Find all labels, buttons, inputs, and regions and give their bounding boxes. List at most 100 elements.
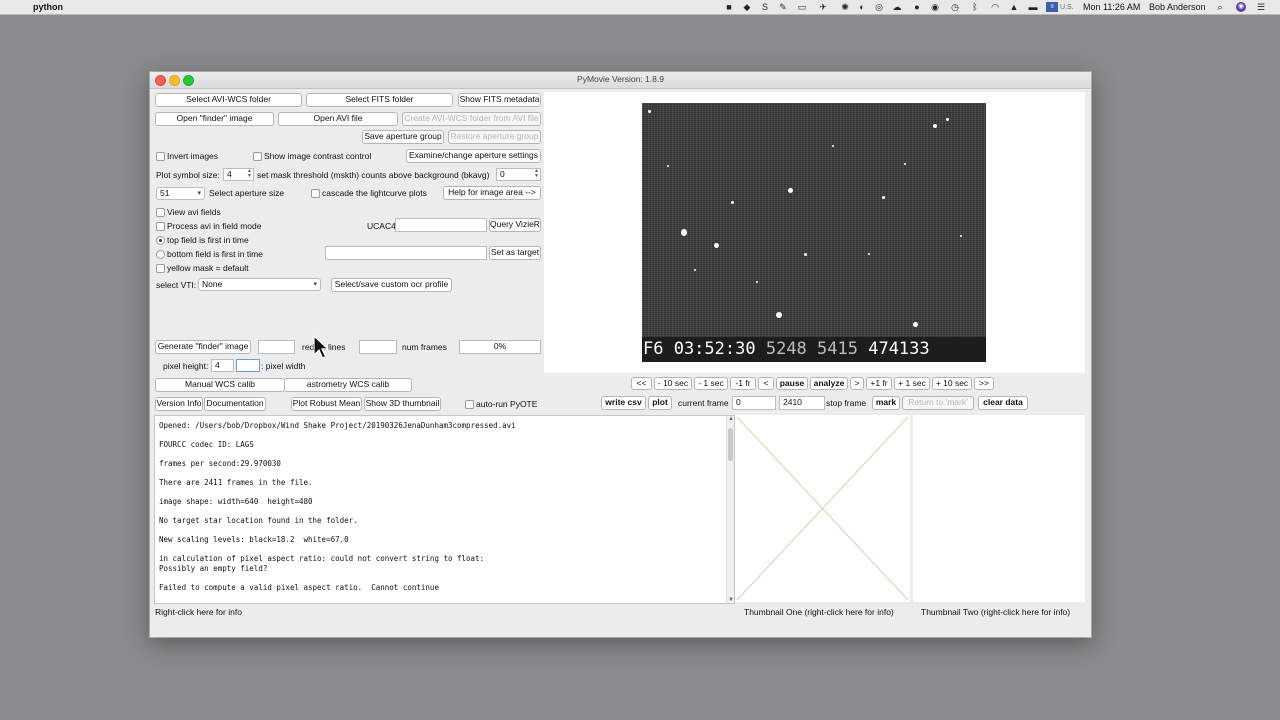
jump-start-button[interactable]: << — [631, 377, 652, 390]
show-fits-metadata-button[interactable]: Show FITS metadata — [458, 93, 541, 107]
back-1-sec-button[interactable]: - 1 sec — [694, 377, 728, 390]
current-frame-input[interactable]: 0 — [732, 396, 776, 410]
forward-1-frame-button[interactable]: +1 fr — [866, 377, 892, 390]
clock[interactable]: Mon 11:26 AM — [1083, 1, 1140, 13]
target-coords-input[interactable] — [325, 246, 487, 260]
pixel-height-input[interactable]: 4 — [211, 359, 234, 372]
battery-icon[interactable]: ▬ — [1028, 2, 1038, 12]
status-icon-12[interactable]: ◉ — [930, 2, 940, 12]
invert-images-checkbox[interactable] — [156, 152, 165, 161]
volume-icon[interactable]: ▲ — [1009, 2, 1019, 12]
status-icon-3[interactable]: S — [760, 2, 770, 12]
status-icon-2[interactable]: ◆ — [742, 2, 752, 12]
notification-center-icon[interactable]: ☰ — [1256, 2, 1266, 12]
status-icon-7[interactable]: ✺ — [840, 2, 850, 12]
select-ocr-profile-button[interactable]: Select/save custom ocr profile — [331, 278, 452, 292]
view-avi-fields-checkbox[interactable] — [156, 208, 165, 217]
status-icon-9[interactable]: ◎ — [874, 2, 884, 12]
plot-robust-mean-button[interactable]: Plot Robust Mean — [291, 397, 362, 411]
cloud-icon[interactable]: ☁ — [892, 2, 902, 12]
input-source[interactable]: U.S. — [1060, 2, 1074, 14]
title-bar[interactable]: PyMovie Version: 1.8.9 — [150, 72, 1091, 89]
mark-button[interactable]: mark — [872, 396, 900, 410]
cascade-lightcurve-checkbox[interactable] — [311, 189, 320, 198]
analyze-button[interactable]: analyze — [810, 377, 848, 390]
step-forward-button[interactable]: > — [850, 377, 864, 390]
status-icon-11[interactable]: ● — [912, 2, 922, 12]
status-icon-1[interactable]: ■ — [724, 2, 734, 12]
select-fits-folder-button[interactable]: Select FITS folder — [306, 93, 453, 107]
log-scrollbar[interactable]: ▲ ▼ — [726, 416, 734, 603]
app-menu[interactable]: python — [33, 1, 63, 13]
save-aperture-group-button[interactable]: Save aperture group — [362, 130, 444, 144]
open-finder-image-button[interactable]: Open "finder" image — [155, 112, 274, 126]
examine-aperture-settings-button[interactable]: Examine/change aperture settings — [406, 149, 541, 163]
log-output[interactable]: Opened: /Users/bob/Dropbox/Wind Shake Pr… — [154, 415, 735, 604]
pixel-width-input[interactable] — [236, 359, 260, 372]
image-contrast-checkbox[interactable] — [253, 152, 262, 161]
scroll-thumb[interactable] — [728, 428, 733, 461]
num-frames-input[interactable] — [359, 340, 397, 354]
scroll-up-icon[interactable]: ▲ — [728, 416, 734, 422]
spin-arrows-icon[interactable]: ▲ ▼ — [247, 169, 252, 179]
pause-button[interactable]: pause — [776, 377, 808, 390]
star — [714, 243, 719, 248]
status-icon-6[interactable]: ✈ — [818, 2, 828, 12]
status-bar-text[interactable]: Right-click here for info — [155, 607, 242, 618]
top-field-first-radio[interactable] — [156, 236, 165, 245]
forward-10-sec-button[interactable]: + 10 sec — [932, 377, 972, 390]
astrometry-wcs-calib-button[interactable]: astrometry WCS calib — [284, 378, 412, 392]
create-avi-wcs-folder-button[interactable]: Create AVI-WCS folder from AVI file — [402, 112, 541, 126]
thumbnail-two[interactable] — [913, 415, 1085, 602]
status-icon-8[interactable]: ◐ — [857, 2, 867, 12]
query-vizier-button[interactable]: Query VizieR — [489, 218, 541, 232]
vti-select[interactable]: None ▾ — [198, 278, 321, 291]
flag-icon[interactable]: ≡ — [1046, 2, 1058, 12]
auto-run-pyote-checkbox[interactable] — [465, 400, 474, 409]
thumbnail-one-label[interactable]: Thumbnail One (right-click here for info… — [744, 607, 894, 618]
clear-data-button[interactable]: clear data — [978, 396, 1028, 410]
version-info-button[interactable]: Version Info — [155, 397, 203, 411]
open-avi-file-button[interactable]: Open AVI file — [278, 112, 398, 126]
generate-finder-image-button[interactable]: Generate "finder" image — [155, 340, 251, 354]
redact-lines-input[interactable] — [258, 340, 295, 354]
plot-button[interactable]: plot — [648, 396, 672, 410]
siri-icon[interactable]: ◉ — [1236, 2, 1246, 12]
wifi-icon[interactable]: ◠ — [990, 2, 1000, 12]
documentation-button[interactable]: Documentation — [204, 397, 266, 411]
back-1-frame-button[interactable]: -1 fr — [730, 377, 756, 390]
spotlight-search-icon[interactable]: ⌕ — [1215, 2, 1225, 12]
thumbnail-one[interactable] — [735, 415, 910, 602]
set-as-target-button[interactable]: Set as target — [489, 246, 541, 260]
plot-symbol-size-spinbox[interactable]: 4 ▲ ▼ — [223, 168, 254, 181]
yellow-mask-checkbox[interactable] — [156, 264, 165, 273]
manual-wcs-calib-button[interactable]: Manual WCS calib — [155, 378, 285, 392]
aperture-size-select[interactable]: 51 ▾ — [156, 187, 205, 200]
field-mode-checkbox[interactable] — [156, 222, 165, 231]
display-icon[interactable]: ▭ — [797, 2, 807, 12]
forward-1-sec-button[interactable]: + 1 sec — [894, 377, 930, 390]
write-csv-button[interactable]: write csv — [601, 396, 646, 410]
bottom-field-first-radio[interactable] — [156, 250, 165, 259]
show-3d-thumbnail-button[interactable]: Show 3D thumbnail — [364, 397, 441, 411]
jump-end-button[interactable]: >> — [974, 377, 994, 390]
back-10-sec-button[interactable]: - 10 sec — [654, 377, 692, 390]
video-frame[interactable]: F6 03:52:30 5248 5415 474133 — [642, 103, 986, 362]
time-machine-icon[interactable]: ◷ — [950, 2, 960, 12]
select-avi-wcs-folder-button[interactable]: Select AVI-WCS folder — [155, 93, 302, 107]
star — [933, 124, 937, 128]
help-image-area-button[interactable]: Help for image area --> — [443, 186, 541, 200]
user-name[interactable]: Bob Anderson — [1149, 1, 1206, 13]
num-frames-label: num frames — [402, 342, 447, 352]
spin-arrows-icon[interactable]: ▲ ▼ — [534, 169, 539, 179]
ucac4-input[interactable] — [395, 218, 487, 232]
scroll-down-icon[interactable]: ▼ — [728, 597, 734, 603]
step-back-button[interactable]: < — [758, 377, 774, 390]
restore-aperture-group-button[interactable]: Restore aperture group — [448, 130, 541, 144]
stop-frame-input[interactable]: 2410 — [779, 396, 825, 410]
bluetooth-icon[interactable]: ᛒ — [970, 2, 980, 12]
return-to-mark-button[interactable]: Return to 'mark' — [902, 396, 974, 410]
thumbnail-two-label[interactable]: Thumbnail Two (right-click here for info… — [921, 607, 1070, 618]
status-icon-4[interactable]: ✎ — [778, 2, 788, 12]
mask-threshold-spinbox[interactable]: 0 ▲ ▼ — [496, 168, 541, 181]
